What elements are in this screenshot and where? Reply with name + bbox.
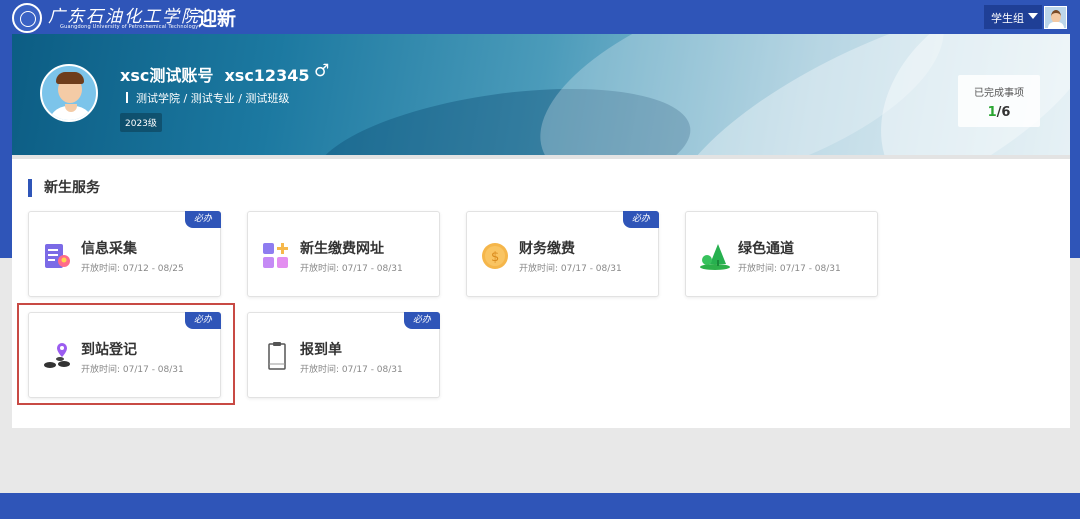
grade-badge: 2023级 — [120, 113, 162, 132]
completed-tasks-count: 1/6 — [987, 105, 1011, 120]
male-gender-icon: ♂ — [314, 61, 330, 81]
service-card-finance-payment[interactable]: 必办 $ 财务缴费 开放时间: 07/17 - 08/31 — [466, 211, 659, 297]
completed-tasks-box: 已完成事项 1/6 — [958, 75, 1040, 127]
department-text: 测试学院 / 测试专业 / 测试班级 — [136, 92, 290, 105]
school-logo-icon — [12, 3, 42, 33]
section-title: 新生服务 — [28, 179, 100, 197]
role-dropdown-label: 学生组 — [991, 12, 1024, 25]
required-badge: 必办 — [404, 312, 440, 329]
svg-text:$: $ — [491, 250, 499, 265]
role-dropdown[interactable]: 学生组 — [984, 5, 1042, 29]
user-name: xsc测试账号 xsc12345 — [120, 66, 310, 85]
coin-icon: $ — [482, 243, 508, 269]
top-navbar: 广东石油化工学院 Guangdong University of Petroch… — [0, 0, 1080, 34]
tree-icon — [700, 244, 730, 270]
required-badge: 必办 — [185, 211, 221, 228]
clipboard-icon — [268, 342, 286, 370]
card-title: 财务缴费 — [519, 241, 575, 257]
highlight-box — [17, 303, 235, 405]
school-name-english: Guangdong University of Petrochemical Te… — [60, 24, 199, 30]
user-department: 测试学院 / 测试专业 / 测试班级 — [126, 90, 289, 106]
completed-tasks-label: 已完成事项 — [974, 88, 1024, 99]
caret-down-icon — [1028, 13, 1038, 19]
clipboard-form-icon — [45, 244, 70, 268]
card-title: 报到单 — [300, 342, 342, 358]
service-card-payment-link[interactable]: 新生缴费网址 开放时间: 07/17 - 08/31 — [247, 211, 440, 297]
card-time: 开放时间: 07/17 - 08/31 — [738, 264, 841, 274]
footer-bar — [0, 493, 1080, 519]
card-title: 信息采集 — [81, 241, 137, 257]
app-title: 迎新 — [198, 8, 237, 30]
service-card-info-collection[interactable]: 必办 信息采集 开放时间: 07/12 - 08/25 — [28, 211, 221, 297]
apps-grid-icon — [263, 243, 288, 268]
service-card-report-form[interactable]: 必办 报到单 开放时间: 07/17 - 08/31 — [247, 312, 440, 398]
card-title: 新生缴费网址 — [300, 241, 384, 257]
card-time: 开放时间: 07/17 - 08/31 — [300, 264, 403, 274]
service-card-green-channel[interactable]: 绿色通道 开放时间: 07/17 - 08/31 — [685, 211, 878, 297]
profile-banner: xsc测试账号 xsc12345 ♂ 测试学院 / 测试专业 / 测试班级 20… — [12, 34, 1070, 155]
card-time: 开放时间: 07/17 - 08/31 — [519, 264, 622, 274]
card-time: 开放时间: 07/17 - 08/31 — [300, 365, 403, 375]
profile-avatar — [40, 64, 98, 122]
card-time: 开放时间: 07/12 - 08/25 — [81, 264, 184, 274]
card-title: 绿色通道 — [738, 241, 794, 257]
user-avatar[interactable] — [1044, 6, 1067, 29]
required-badge: 必办 — [623, 211, 659, 228]
